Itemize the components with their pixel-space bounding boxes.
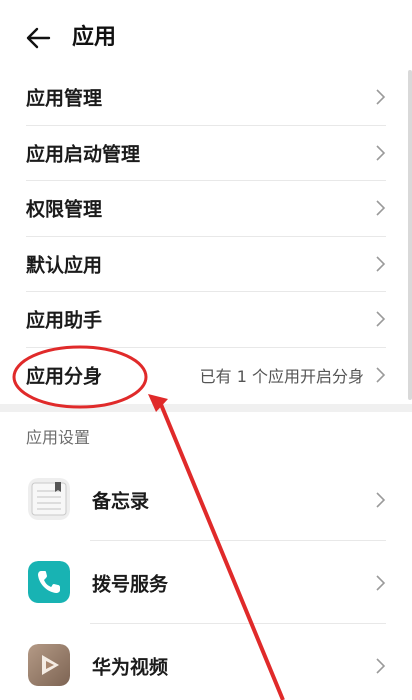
app-name: 华为视频 [92, 656, 169, 678]
menu-item-label: 应用管理 [26, 87, 103, 110]
chevron-right-icon [376, 200, 386, 216]
arrow-left-icon [26, 27, 51, 49]
chevron-right-icon [376, 256, 386, 272]
chevron-right-icon [376, 574, 386, 591]
chevron-right-icon [376, 491, 386, 508]
menu-item-label: 应用启动管理 [26, 143, 141, 166]
top-app-bar: 应用 [0, 0, 412, 78]
app-settings-screen: 应用 应用管理 应用启动管理 权限管理 默认应用 应用助手 应用分身 已有 1 … [0, 0, 412, 700]
app-menu-list: 应用管理 应用启动管理 权限管理 默认应用 应用助手 应用分身 已有 1 个应用… [0, 70, 412, 403]
menu-item-permission-management[interactable]: 权限管理 [26, 181, 386, 237]
chevron-right-icon [376, 367, 386, 383]
app-list: 备忘录 拨号服务 华为视频 [0, 458, 412, 700]
menu-item-startup-management[interactable]: 应用启动管理 [26, 126, 386, 181]
app-row-dialer[interactable]: 拨号服务 [0, 541, 412, 624]
app-row-notes[interactable]: 备忘录 [0, 458, 412, 541]
section-title: 应用设置 [26, 428, 91, 447]
menu-item-label: 应用分身 [26, 365, 103, 388]
chevron-right-icon [376, 145, 386, 161]
section-divider [0, 404, 412, 412]
chevron-right-icon [376, 311, 386, 327]
menu-item-value: 已有 1 个应用开启分身 [199, 367, 364, 387]
chevron-right-icon [376, 657, 386, 674]
menu-item-app-management[interactable]: 应用管理 [26, 70, 386, 126]
menu-item-app-assistant[interactable]: 应用助手 [26, 292, 386, 348]
app-row-video[interactable]: 华为视频 [0, 624, 412, 700]
app-name: 备忘录 [92, 490, 150, 512]
app-name: 拨号服务 [92, 573, 169, 595]
chevron-right-icon [376, 89, 386, 105]
back-button[interactable] [20, 20, 56, 56]
menu-item-default-apps[interactable]: 默认应用 [26, 237, 386, 292]
video-icon [28, 644, 70, 686]
menu-item-label: 默认应用 [26, 254, 103, 277]
notepad-icon [28, 478, 70, 520]
page-title: 应用 [72, 25, 117, 50]
menu-item-label: 权限管理 [26, 198, 103, 221]
menu-item-app-twin[interactable]: 应用分身 已有 1 个应用开启分身 [26, 348, 386, 404]
phone-icon [28, 561, 70, 603]
menu-item-label: 应用助手 [26, 309, 103, 332]
